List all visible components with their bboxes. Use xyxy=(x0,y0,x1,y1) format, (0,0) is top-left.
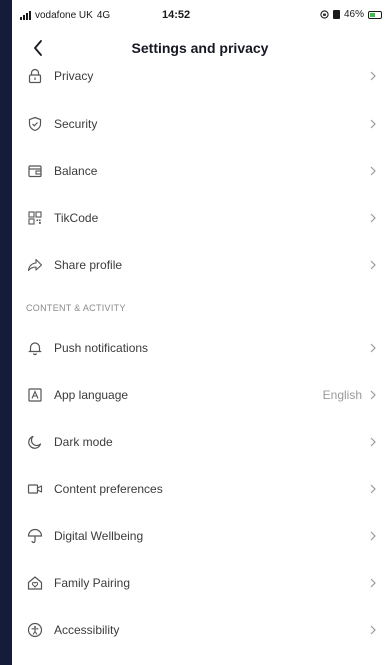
chevron-right-icon xyxy=(368,482,378,496)
carrier-label: vodafone UK xyxy=(35,10,93,21)
chevron-right-icon xyxy=(368,341,378,355)
qr-code-icon xyxy=(26,209,44,227)
settings-item-push-notifications[interactable]: Push notifications xyxy=(12,324,387,371)
moon-icon xyxy=(26,433,44,451)
alarm-icon xyxy=(332,10,340,19)
settings-item-label: Digital Wellbeing xyxy=(54,528,144,543)
lock-icon xyxy=(26,67,44,85)
settings-item-label: Push notifications xyxy=(54,340,149,355)
chevron-right-icon xyxy=(368,211,378,225)
chevron-right-icon xyxy=(368,435,378,449)
settings-item-label: Content preferences xyxy=(54,481,163,496)
battery-percent: 46% xyxy=(343,9,364,20)
home-heart-icon xyxy=(26,574,44,592)
settings-item-family-pairing[interactable]: Family Pairing xyxy=(12,559,387,606)
signal-icon xyxy=(20,11,31,20)
section-header-content-activity: CONTENT & ACTIVITY xyxy=(12,288,387,324)
settings-item-label: App language xyxy=(54,387,129,402)
settings-item-label: Balance xyxy=(54,163,98,178)
network-label: 4G xyxy=(96,10,111,21)
bell-icon xyxy=(26,339,44,357)
settings-item-app-language[interactable]: App language English xyxy=(12,371,387,418)
settings-item-security[interactable]: Security xyxy=(12,100,387,147)
settings-item-tikcode[interactable]: TikCode xyxy=(12,194,387,241)
language-icon xyxy=(26,386,44,404)
settings-item-label: TikCode xyxy=(54,210,99,225)
umbrella-icon xyxy=(26,527,44,545)
section-title: CONTENT & ACTIVITY xyxy=(26,303,126,313)
settings-item-label: Accessibility xyxy=(54,622,120,637)
wallet-icon xyxy=(26,162,44,180)
accessibility-icon xyxy=(26,621,44,639)
chevron-right-icon xyxy=(368,576,378,590)
chevron-right-icon xyxy=(368,529,378,543)
app-language-value: English xyxy=(322,387,362,402)
settings-item-label: Security xyxy=(54,116,98,131)
shield-icon xyxy=(26,115,44,133)
chevron-right-icon xyxy=(368,69,378,83)
chevron-right-icon xyxy=(368,258,378,272)
status-right: 46% xyxy=(320,9,382,20)
settings-item-digital-wellbeing[interactable]: Digital Wellbeing xyxy=(12,512,387,559)
settings-item-share-profile[interactable]: Share profile xyxy=(12,241,387,288)
settings-item-label: Family Pairing xyxy=(54,575,131,590)
battery-icon xyxy=(368,10,382,19)
status-time: 14:52 xyxy=(162,9,191,21)
settings-item-accessibility[interactable]: Accessibility xyxy=(12,606,387,653)
chevron-right-icon xyxy=(368,117,378,131)
video-icon xyxy=(26,480,44,498)
chevron-right-icon xyxy=(368,623,378,637)
status-left: vodafone UK 4G xyxy=(20,10,110,21)
share-icon xyxy=(26,256,44,274)
settings-item-dark-mode[interactable]: Dark mode xyxy=(12,418,387,465)
settings-item-label: Privacy xyxy=(54,69,94,83)
status-bar: vodafone UK 4G 14:52 46% xyxy=(12,0,387,28)
chevron-right-icon xyxy=(368,388,378,402)
chevron-right-icon xyxy=(368,164,378,178)
phone-screen: vodafone UK 4G 14:52 46% Settings and pr… xyxy=(12,0,387,665)
orientation-lock-icon xyxy=(320,10,329,19)
settings-item-label: Share profile xyxy=(54,257,123,272)
settings-item-content-preferences[interactable]: Content preferences xyxy=(12,465,387,512)
settings-item-balance[interactable]: Balance xyxy=(12,147,387,194)
settings-item-label: Dark mode xyxy=(54,434,113,449)
settings-list: Privacy Security Balance TikCode Share p… xyxy=(12,52,387,653)
settings-item-privacy[interactable]: Privacy xyxy=(12,52,387,100)
